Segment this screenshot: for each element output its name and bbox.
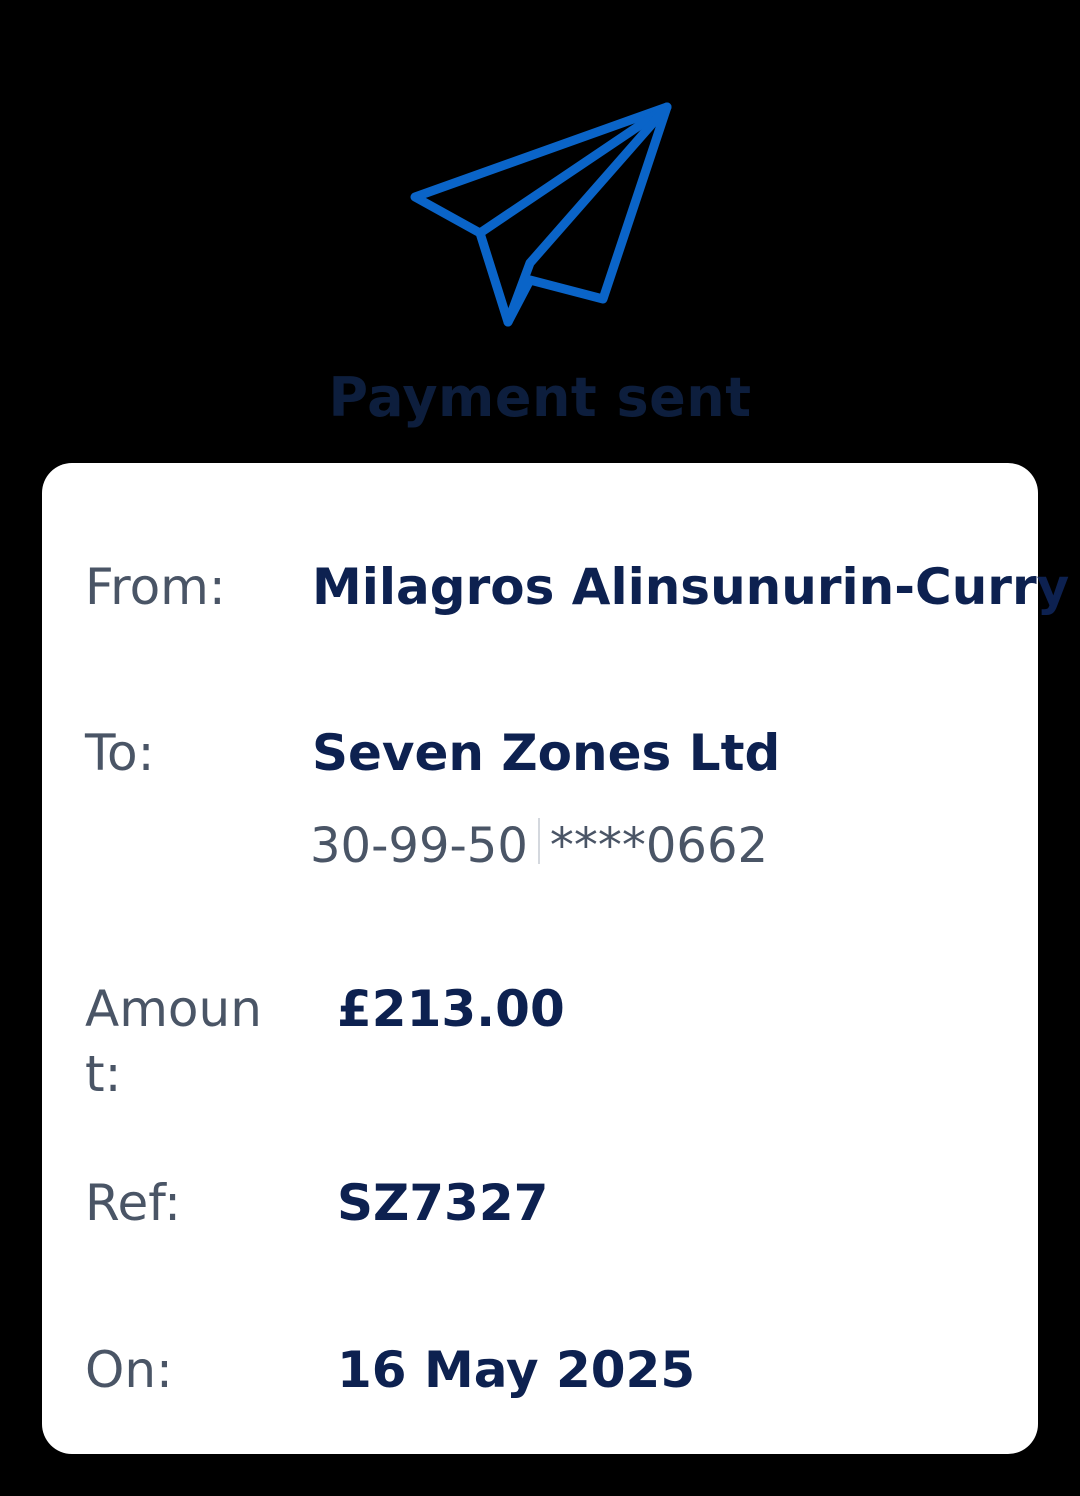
sort-code: 30-99-50 [310,818,528,874]
amount-value: £213.00 [337,980,565,1038]
payment-details-card: From: Milagros Alinsunurin-Curry To: Sev… [42,463,1069,1454]
account-details: 30-99-50 ****0662 [310,815,768,877]
on-value: 16 May 2025 [337,1341,696,1399]
page-title: Payment sent [328,366,752,429]
account-number: ****0662 [549,818,769,874]
on-label: On: [85,1341,173,1399]
from-value: Milagros Alinsunurin-Curry [312,558,1070,616]
to-value: Seven Zones Ltd [312,724,781,782]
from-label: From: [85,558,226,616]
ref-label: Ref: [85,1174,181,1232]
amount-label: Amount: [85,980,262,1103]
paper-plane-icon [410,102,672,327]
ref-value: SZ7327 [337,1174,549,1232]
to-label: To: [85,724,155,782]
separator [537,818,540,864]
